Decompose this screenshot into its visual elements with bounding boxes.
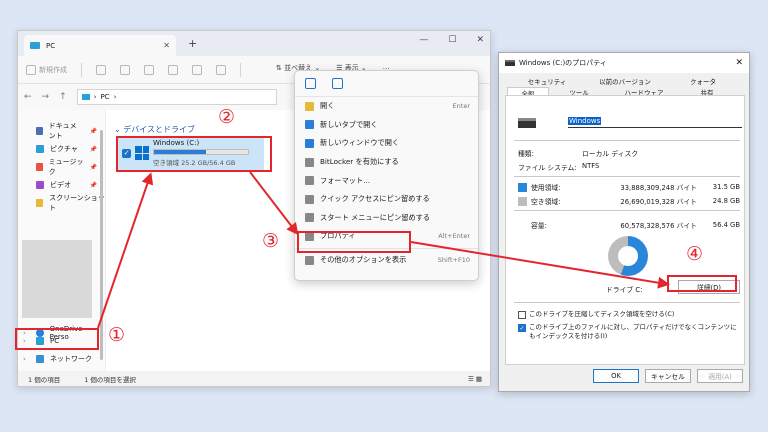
arrow-2-to-3 <box>249 171 299 236</box>
arrow-1-to-2 <box>97 172 154 329</box>
arrow-3-to-4 <box>410 241 670 289</box>
annotation-arrows <box>97 171 670 329</box>
